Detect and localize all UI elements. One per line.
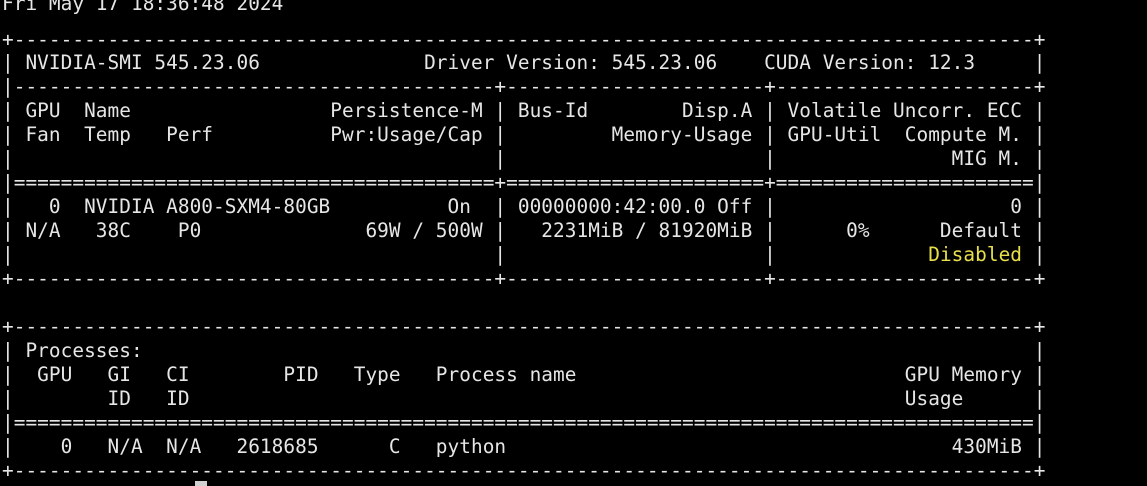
gpu-row-line-3-suffix: | [1022,243,1046,266]
processes-title-line: | Processes: | [2,339,1046,362]
gpu-header-line-3: | | | MIG M. | [2,147,1046,170]
gpu-row-line-1: | 0 NVIDIA A800-SXM4-80GB On | 00000000:… [2,195,1046,218]
processes-header-line-1: | GPU GI CI PID Type Process name GPU Me… [2,363,1046,386]
mig-mode-status: Disabled [928,243,1023,266]
gpu-header-line-2: | Fan Temp Perf Pwr:Usage/Cap | Memory-U… [2,123,1046,146]
gpu-header-separator: |=======================================… [2,171,1046,194]
text-cursor [195,481,207,486]
gpu-row-line-3-prefix: | | | [2,243,929,266]
terminal-window[interactable]: Fri May 17 18:36:48 2024 +--------------… [0,0,1147,486]
timestamp-line: Fri May 17 18:36:48 2024 [2,0,284,15]
table-border-bottom: +---------------------------------------… [2,267,1046,290]
processes-header-separator: |=======================================… [2,411,1046,434]
processes-border-bottom: +---------------------------------------… [2,459,1046,482]
table-divider: |---------------------------------------… [2,75,1046,98]
gpu-row-line-2: | N/A 38C P0 69W / 500W | 2231MiB / 8192… [2,219,1046,242]
processes-header-line-2: | ID ID Usage | [2,387,1046,410]
gpu-header-line-1: | GPU Name Persistence-M | Bus-Id Disp.A… [2,99,1046,122]
table-border-top: +---------------------------------------… [2,28,1046,51]
process-row: | 0 N/A N/A 2618685 C python 430MiB | [2,435,1046,458]
processes-border-top: +---------------------------------------… [2,315,1046,338]
smi-version-line: | NVIDIA-SMI 545.23.06 Driver Version: 5… [2,51,1046,74]
gpu-row-line-3: | | | Disabled | [2,243,1045,267]
